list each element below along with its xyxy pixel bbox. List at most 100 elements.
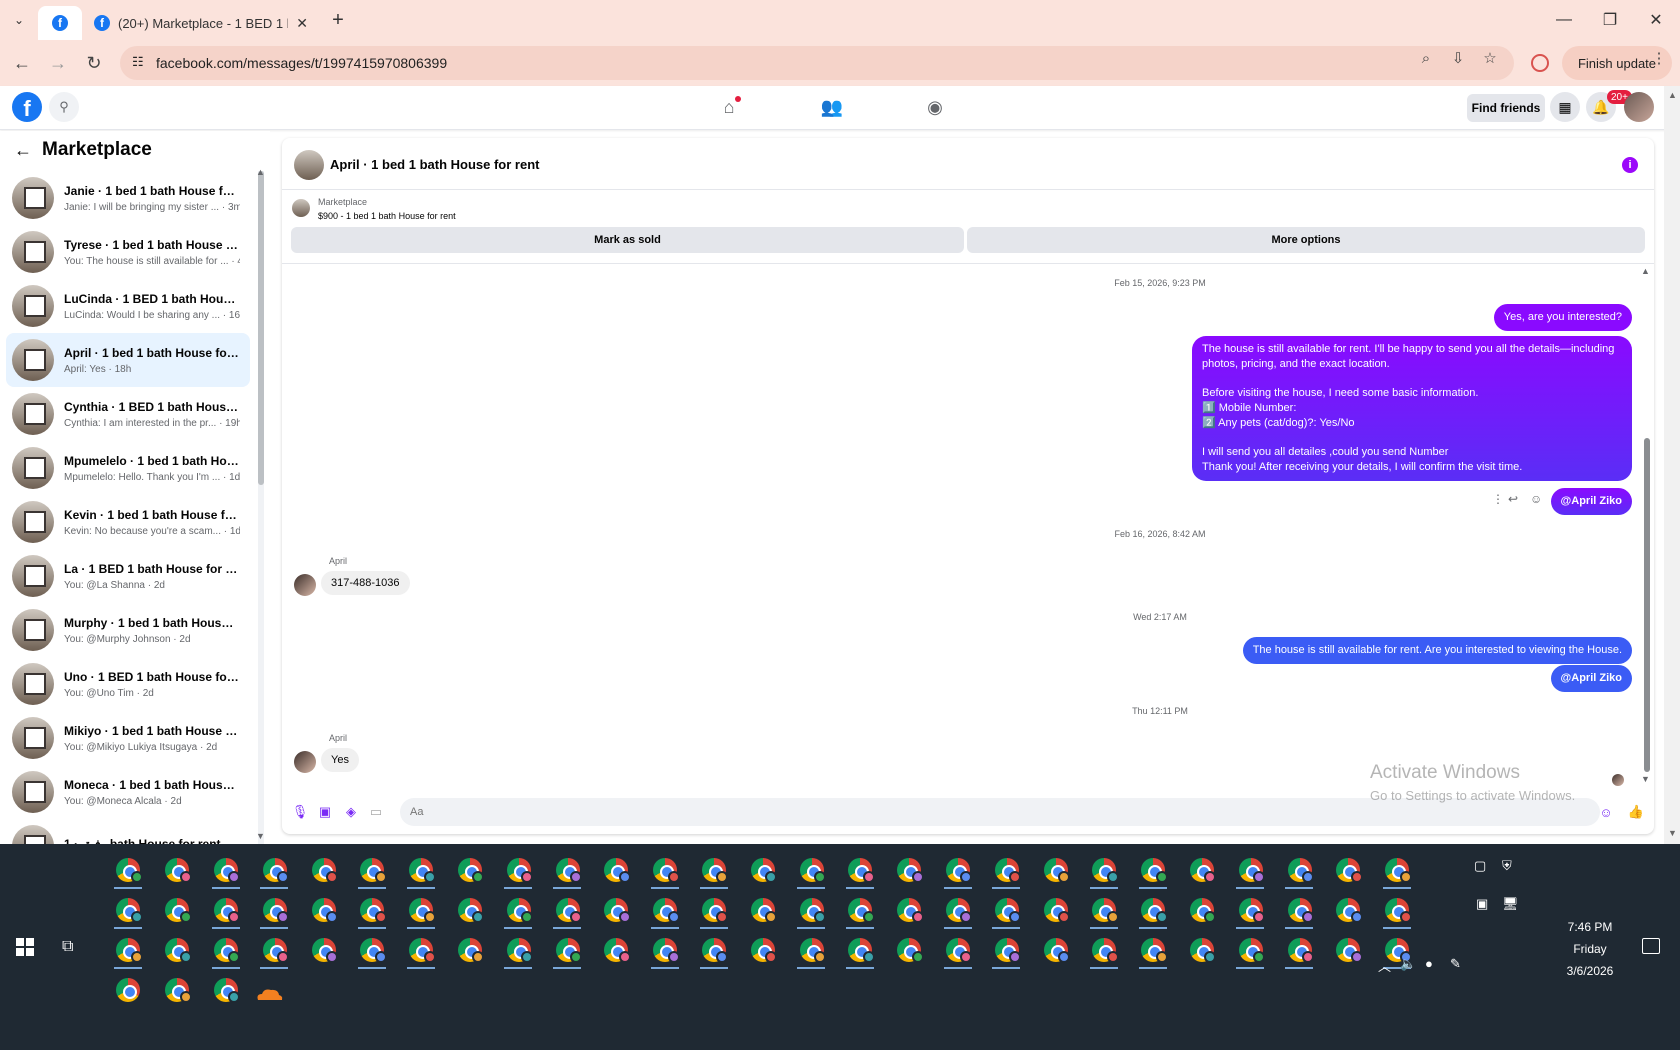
chrome-taskbar-icon[interactable]: [1178, 850, 1227, 890]
chrome-taskbar-icon[interactable]: [787, 850, 836, 890]
chrome-taskbar-icon[interactable]: [446, 850, 495, 890]
minimize-button[interactable]: —: [1544, 8, 1584, 32]
chrome-taskbar-icon[interactable]: [787, 890, 836, 930]
more-actions-icon[interactable]: ⋮: [1492, 492, 1504, 506]
chrome-taskbar-icon[interactable]: [348, 890, 397, 930]
chrome-taskbar-icon[interactable]: [641, 850, 690, 890]
conversation-item[interactable]: April · 1 bed 1 bath House for re... Apri…: [6, 333, 250, 387]
notification-center-icon[interactable]: [1642, 938, 1660, 954]
new-tab-button[interactable]: +: [326, 8, 350, 32]
pen-icon[interactable]: ✎: [1450, 956, 1461, 972]
react-icon[interactable]: ☺: [1530, 492, 1542, 506]
chrome-taskbar-icon[interactable]: [690, 850, 739, 890]
find-friends-button[interactable]: Find friends: [1467, 94, 1545, 122]
chrome-taskbar-icon[interactable]: [934, 890, 983, 930]
account-avatar[interactable]: [1624, 92, 1654, 122]
close-window-button[interactable]: ✕: [1636, 8, 1676, 32]
chrome-taskbar-icon[interactable]: [738, 890, 787, 930]
conversation-item[interactable]: Mpumelelo · 1 bed 1 bath Hous... Mpumelel…: [6, 441, 250, 495]
scroll-up-arrow-icon[interactable]: ▲: [256, 167, 265, 177]
chrome-taskbar-icon[interactable]: [348, 930, 397, 970]
thumbs-up-icon[interactable]: 👍: [1628, 804, 1644, 820]
chrome-taskbar-icon[interactable]: [348, 850, 397, 890]
chrome-taskbar-icon[interactable]: [446, 930, 495, 970]
chrome-taskbar-icon[interactable]: [982, 930, 1031, 970]
scroll-down-arrow-icon[interactable]: ▼: [1641, 774, 1650, 784]
reply-icon[interactable]: ↩: [1508, 492, 1518, 506]
chrome-taskbar-icon[interactable]: [1129, 850, 1178, 890]
zoom-icon[interactable]: ⌕: [1417, 49, 1435, 67]
chrome-taskbar-icon[interactable]: [202, 930, 251, 970]
conversation-item[interactable]: رفيق · 1 bath House for rent ...: [6, 819, 250, 844]
conversation-item[interactable]: Cynthia · 1 BED 1 bath House fo... Cynthi…: [6, 387, 250, 441]
reload-icon[interactable]: ↻: [82, 51, 106, 75]
browser-profile-icon[interactable]: [1531, 54, 1549, 72]
microphone-icon[interactable]: 🎙: [292, 804, 309, 820]
incoming-message[interactable]: Yes: [321, 748, 359, 772]
conversation-item[interactable]: Murphy · 1 bed 1 bath House fo... You: @M…: [6, 603, 250, 657]
chrome-taskbar-icon[interactable]: [494, 890, 543, 930]
security-shield-icon[interactable]: ⛨: [1502, 858, 1512, 874]
chrome-taskbar-icon[interactable]: [1178, 890, 1227, 930]
chrome-taskbar-icon[interactable]: [397, 930, 446, 970]
chrome-taskbar-icon[interactable]: [934, 850, 983, 890]
groups-icon[interactable]: ◉: [922, 94, 948, 120]
forward-arrow-icon[interactable]: →: [46, 51, 70, 75]
chrome-taskbar-icon[interactable]: [836, 890, 885, 930]
chrome-taskbar-icon[interactable]: [738, 850, 787, 890]
chrome-taskbar-icon[interactable]: [787, 930, 836, 970]
chrome-taskbar-icon[interactable]: [1031, 850, 1080, 890]
pinned-facebook-tab[interactable]: f: [38, 6, 82, 40]
chrome-taskbar-icon[interactable]: [104, 850, 153, 890]
chrome-taskbar-icon[interactable]: [299, 850, 348, 890]
scrollbar-thumb[interactable]: [258, 171, 264, 485]
listing-avatar[interactable]: [294, 150, 324, 180]
friends-icon[interactable]: 👥: [819, 94, 845, 120]
chrome-taskbar-icon[interactable]: [1226, 930, 1275, 970]
gif-icon[interactable]: ▭: [368, 804, 384, 820]
tray-overflow-icon[interactable]: ︿: [1378, 956, 1391, 975]
photo-icon[interactable]: ▣: [317, 804, 333, 820]
chrome-taskbar-icon[interactable]: [299, 890, 348, 930]
chrome-taskbar-icon[interactable]: [1031, 890, 1080, 930]
chrome-taskbar-icon[interactable]: [1129, 890, 1178, 930]
chrome-taskbar-icon[interactable]: [1080, 890, 1129, 930]
conversation-item[interactable]: Tyrese · 1 bed 1 bath House for ... You: …: [6, 225, 250, 279]
chrome-taskbar-icon[interactable]: [104, 890, 153, 930]
chrome-taskbar-icon[interactable]: [202, 850, 251, 890]
info-icon[interactable]: i: [1622, 157, 1638, 173]
chrome-taskbar-icon[interactable]: [446, 890, 495, 930]
conversation-item[interactable]: Janie · 1 bed 1 bath House for r... Janie…: [6, 171, 250, 225]
chrome-taskbar-icon[interactable]: [494, 930, 543, 970]
chrome-taskbar-icon[interactable]: [1324, 890, 1373, 930]
chrome-taskbar-icon[interactable]: [543, 850, 592, 890]
back-arrow-icon[interactable]: ←: [14, 140, 32, 161]
sender-avatar[interactable]: [294, 574, 316, 596]
scroll-down-arrow-icon[interactable]: ▼: [1668, 828, 1677, 838]
scroll-down-arrow-icon[interactable]: ▼: [256, 831, 265, 841]
chrome-taskbar-icon[interactable]: [397, 850, 446, 890]
mention-bubble[interactable]: @April Ziko: [1550, 665, 1632, 692]
chrome-taskbar-icon[interactable]: [1275, 890, 1324, 930]
outgoing-message[interactable]: The house is still available for rent. A…: [1242, 637, 1632, 664]
outgoing-message[interactable]: The house is still available for rent. I…: [1192, 336, 1632, 481]
more-options-button[interactable]: More options: [967, 227, 1645, 253]
conversation-item[interactable]: Uno · 1 BED 1 bath House for Re... You: @…: [6, 657, 250, 711]
address-bar[interactable]: ☷ facebook.com/messages/t/19974159708063…: [120, 46, 1514, 80]
tab-search-dropdown-icon[interactable]: ⌄: [6, 8, 32, 32]
chrome-taskbar-icon[interactable]: [153, 930, 202, 970]
chat-title[interactable]: April · 1 bed 1 bath House for rent: [330, 157, 539, 172]
conversation-item[interactable]: La · 1 BED 1 bath House for Rent You: @La…: [6, 549, 250, 603]
sender-avatar[interactable]: [294, 751, 316, 773]
chrome-taskbar-icon[interactable]: [104, 930, 153, 970]
chrome-taskbar-icon[interactable]: [1080, 850, 1129, 890]
cloudflare-icon[interactable]: [254, 986, 284, 1002]
incoming-message[interactable]: 317-488-1036: [321, 571, 410, 595]
chrome-taskbar-icon[interactable]: [641, 890, 690, 930]
chrome-taskbar-icon[interactable]: [299, 930, 348, 970]
chrome-taskbar-icon[interactable]: [1080, 930, 1129, 970]
system-clock[interactable]: 7:46 PM Friday 3/6/2026: [1560, 916, 1620, 982]
listing-thumbnail[interactable]: [292, 199, 310, 217]
chrome-taskbar-icon[interactable]: [982, 850, 1031, 890]
chrome-taskbar-icon[interactable]: [738, 930, 787, 970]
